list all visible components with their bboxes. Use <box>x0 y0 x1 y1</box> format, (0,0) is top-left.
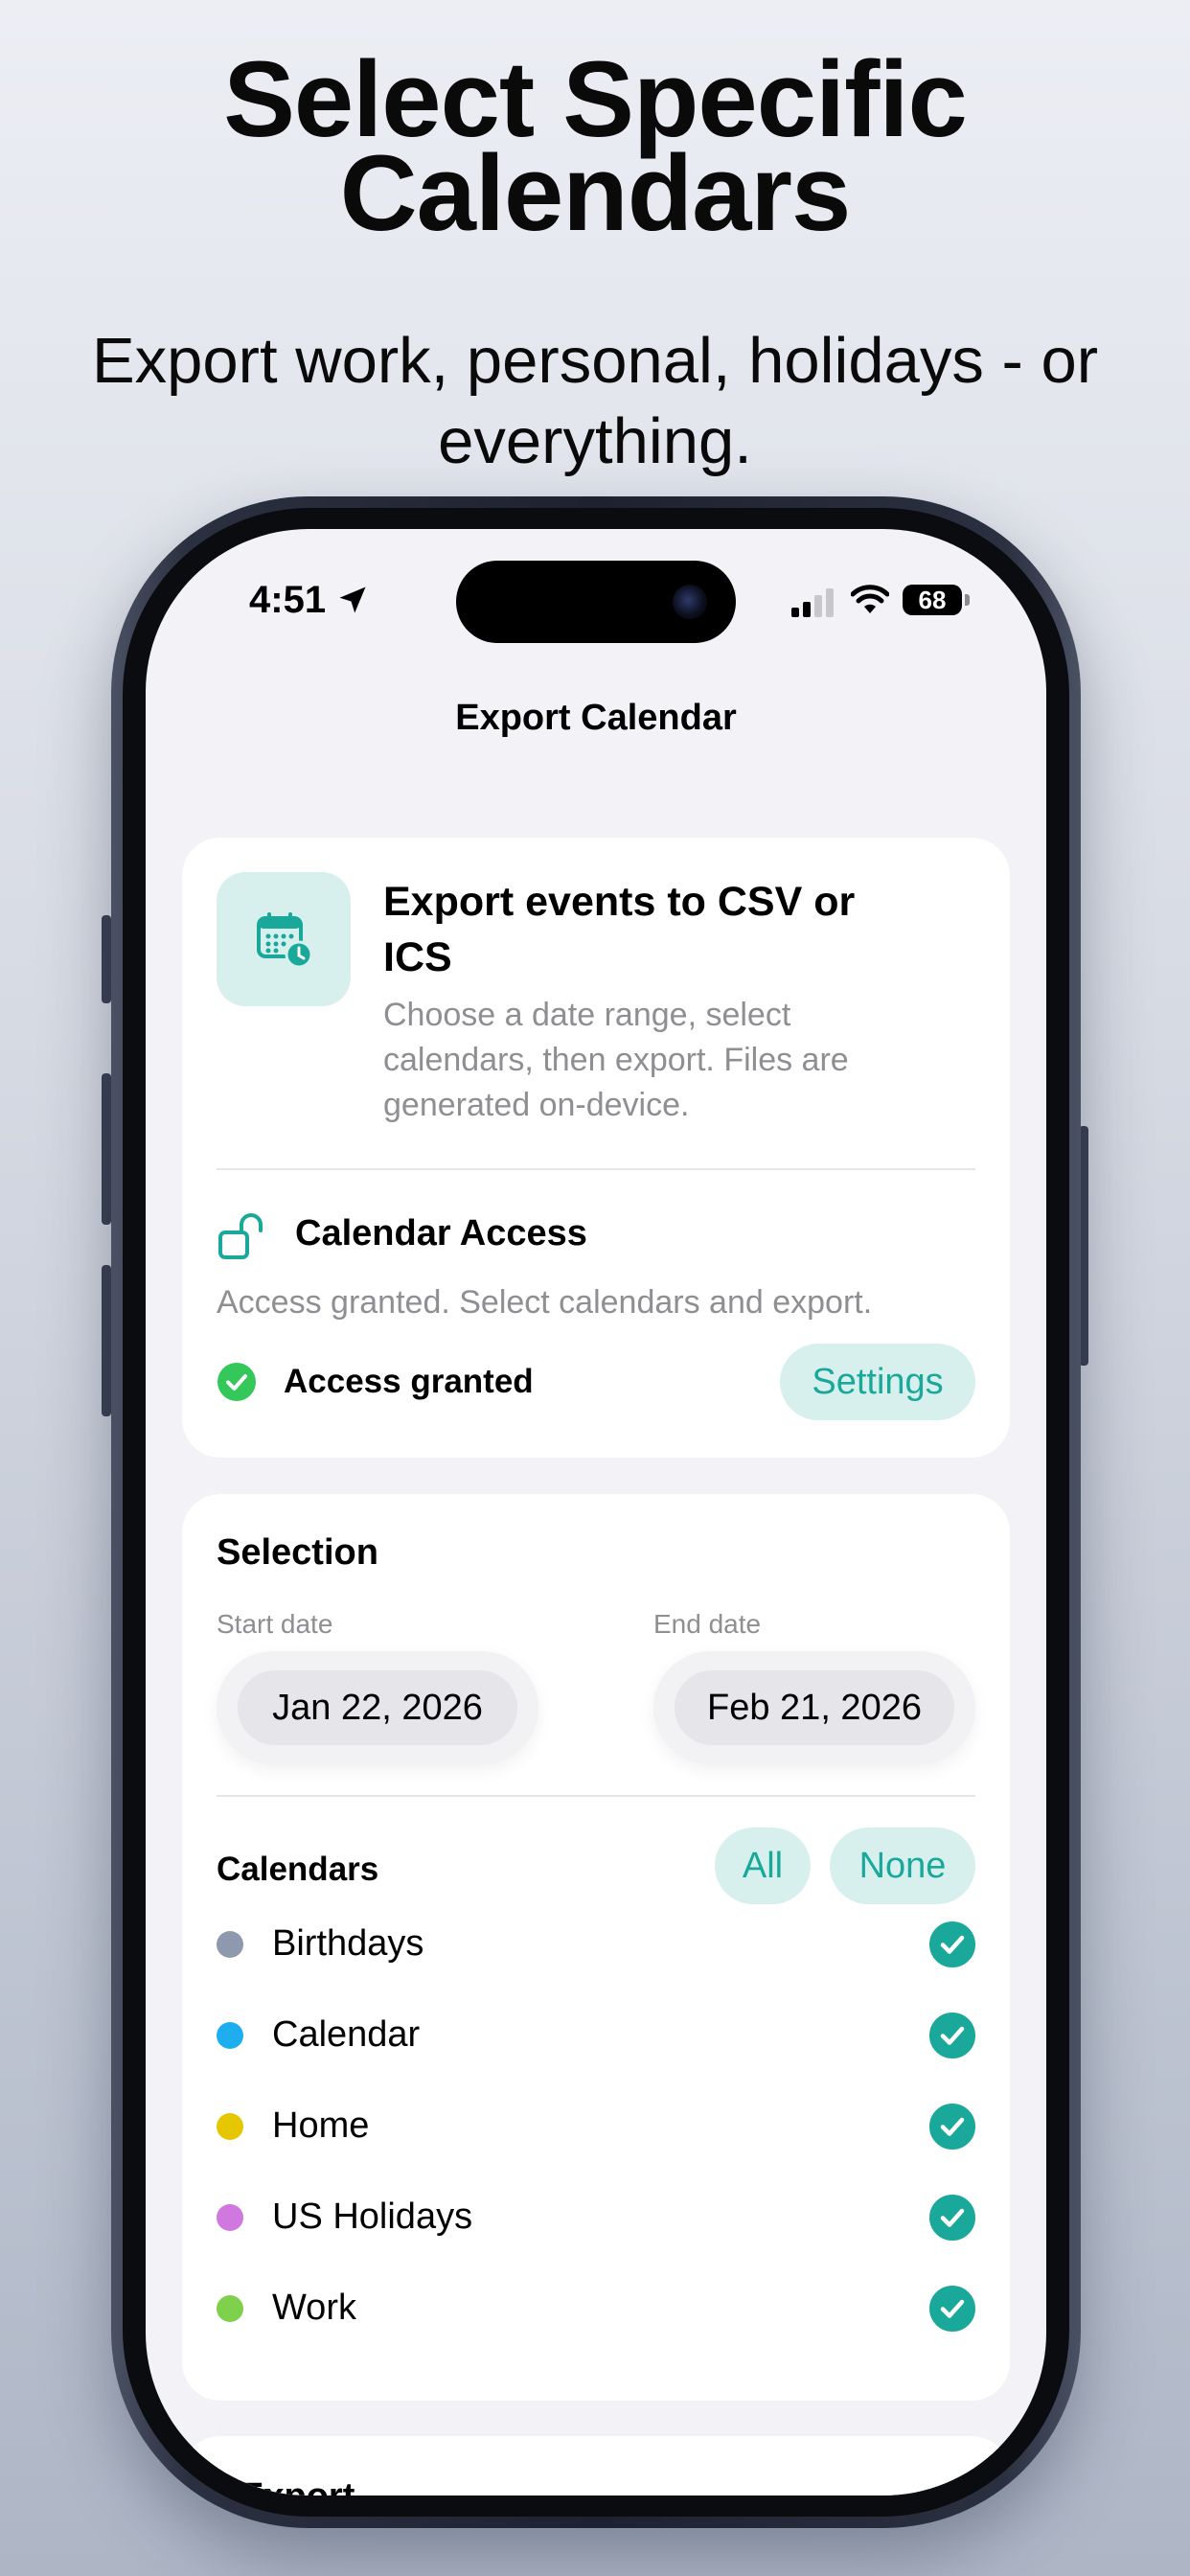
dynamic-island <box>456 561 736 643</box>
calendar-row[interactable]: Birthdays <box>217 1916 975 1973</box>
divider <box>217 1168 975 1170</box>
select-all-button[interactable]: All <box>715 1828 811 1904</box>
access-status: Access granted <box>284 1363 534 1400</box>
promo-subline: Export work, personal, holidays - or eve… <box>91 325 1099 477</box>
export-title: Export <box>240 2476 355 2496</box>
status-time: 4:51 <box>249 579 327 621</box>
calendar-row[interactable]: Home <box>217 2098 975 2155</box>
cellular-signal-icon <box>791 588 834 617</box>
calendars-label: Calendars <box>217 1851 379 1888</box>
camera-icon <box>673 585 707 619</box>
intro-title: Export events to CSV or ICS <box>383 879 856 980</box>
volume-up-button <box>102 1073 111 1225</box>
calendar-name: US Holidays <box>272 2196 473 2237</box>
nav-title: Export Calendar <box>455 698 737 738</box>
battery-icon: 68 <box>903 585 962 615</box>
access-title: Calendar Access <box>295 1213 587 1254</box>
location-arrow-icon <box>339 586 366 613</box>
calendar-color-dot <box>217 2204 243 2231</box>
unlock-icon <box>218 1213 263 1259</box>
start-date-label: Start date <box>217 1609 333 1639</box>
battery-tip <box>965 594 970 606</box>
end-date-value[interactable]: Feb 21, 2026 <box>675 1670 954 1745</box>
checkmark-circle-icon[interactable] <box>929 2286 975 2332</box>
calendar-row[interactable]: US Holidays <box>217 2189 975 2246</box>
calendar-name: Work <box>272 2288 356 2328</box>
calendar-row[interactable]: Work <box>217 2280 975 2337</box>
start-date-value[interactable]: Jan 22, 2026 <box>238 1670 517 1745</box>
calendar-color-dot <box>217 2022 243 2049</box>
checkmark-circle-icon[interactable] <box>929 2195 975 2241</box>
promo-headline: Select Specific Calendars <box>0 46 1190 253</box>
calendar-name: Birthdays <box>272 1923 424 1964</box>
intro-description: Choose a date range, select calendars, t… <box>383 997 849 1123</box>
calendar-color-dot <box>217 2295 243 2322</box>
wifi-icon <box>851 585 889 613</box>
checkmark-circle-icon[interactable] <box>929 2012 975 2058</box>
intro-card: Export events to CSV or ICS Choose a dat… <box>182 838 1010 1458</box>
end-date-label: End date <box>653 1609 762 1639</box>
select-none-button[interactable]: None <box>830 1828 975 1904</box>
calendar-name: Calendar <box>272 2014 421 2055</box>
start-date-picker: Jan 22, 2026 <box>217 1651 538 1764</box>
calendar-color-dot <box>217 1931 243 1958</box>
selection-card: Selection Start date Jan 22, 2026 End da… <box>182 1494 1010 2401</box>
checkmark-circle-icon <box>217 1363 256 1401</box>
promo-headline-line2: Calendars <box>339 133 852 253</box>
calendar-color-dot <box>217 2113 243 2140</box>
calendar-export-icon <box>217 872 351 1006</box>
divider <box>217 1795 975 1797</box>
calendar-name: Home <box>272 2105 370 2146</box>
action-button <box>102 915 111 1003</box>
selection-title: Selection <box>217 1532 378 1573</box>
access-description: Access granted. Select calendars and exp… <box>217 1284 873 1321</box>
calendar-row[interactable]: Calendar <box>217 2007 975 2064</box>
volume-down-button <box>102 1265 111 1416</box>
end-date-picker: Feb 21, 2026 <box>653 1651 975 1764</box>
settings-button[interactable]: Settings <box>780 1344 975 1420</box>
phone-screen: 4:51 68 Export Calendar Export events to… <box>146 529 1046 2496</box>
export-card: Export <box>182 2436 1010 2496</box>
checkmark-circle-icon[interactable] <box>929 2104 975 2150</box>
checkmark-circle-icon[interactable] <box>929 1921 975 1967</box>
